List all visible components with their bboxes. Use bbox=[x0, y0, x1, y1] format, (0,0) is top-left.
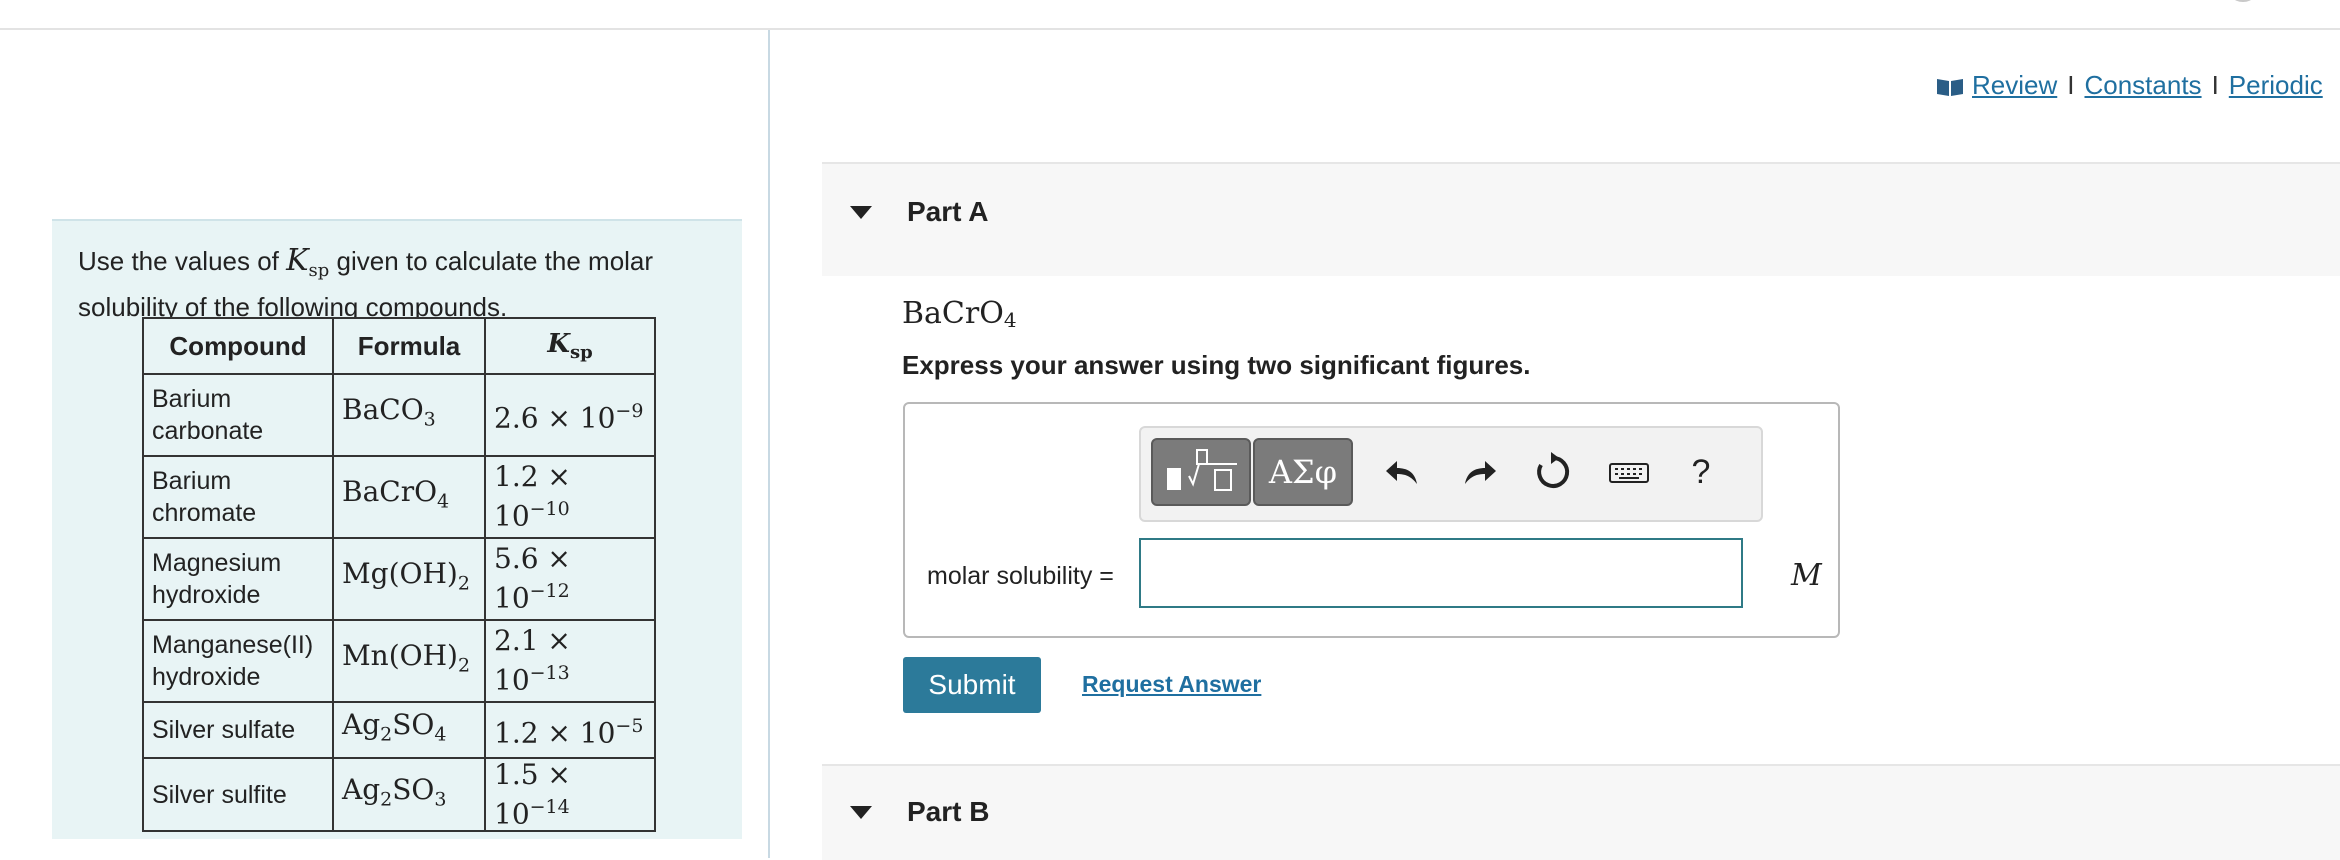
cell-ksp: 2.1 × 10−13 bbox=[484, 619, 656, 703]
submit-button[interactable]: Submit bbox=[903, 657, 1041, 713]
cell-formula: Ag2SO4 bbox=[332, 701, 486, 759]
periodic-link[interactable]: Periodic bbox=[2229, 70, 2323, 100]
problem-panel: Use the values of Ksp given to calculate… bbox=[52, 219, 742, 839]
cell-formula: Mg(OH)2 bbox=[332, 537, 486, 621]
keyboard-icon[interactable] bbox=[1607, 450, 1651, 494]
header-formula: Formula bbox=[332, 317, 486, 375]
intro-ksp-main: K bbox=[286, 243, 309, 278]
math-toolbar: ΑΣφ ? bbox=[1139, 426, 1763, 522]
cell-ksp: 2.6 × 10−9 bbox=[484, 373, 656, 457]
cell-formula: Mn(OH)2 bbox=[332, 619, 486, 703]
caret-down-icon[interactable] bbox=[850, 206, 872, 219]
table-header-row: Compound Formula Ksp bbox=[142, 317, 656, 375]
help-button[interactable]: ? bbox=[1679, 450, 1723, 494]
caret-down-icon[interactable] bbox=[850, 806, 872, 819]
link-separator: I bbox=[2067, 70, 2075, 100]
intro-ksp-sub: sp bbox=[308, 260, 330, 281]
problem-intro: Use the values of Ksp given to calculate… bbox=[78, 243, 718, 325]
header-ksp: Ksp bbox=[484, 317, 656, 375]
top-rule bbox=[0, 28, 2340, 30]
review-link[interactable]: Review bbox=[1972, 70, 2057, 100]
answer-unit: M bbox=[1791, 558, 1822, 593]
top-corner-arc bbox=[2226, 0, 2260, 2]
part-b-title: Part B bbox=[907, 796, 990, 827]
cell-compound: Silver sulfate bbox=[142, 701, 334, 759]
cell-ksp: 1.2 × 10−5 bbox=[484, 701, 656, 759]
cell-ksp: 5.6 × 10−12 bbox=[484, 537, 656, 621]
part-a-title: Part A bbox=[907, 196, 989, 227]
table-row: Barium chromate BaCrO4 1.2 × 10−10 bbox=[142, 455, 656, 539]
answer-label: molar solubility = bbox=[927, 562, 1114, 590]
intro-pre: Use the values of bbox=[78, 246, 279, 276]
intro-ksp: Ksp bbox=[286, 243, 330, 281]
table-row: Magnesium hydroxide Mg(OH)2 5.6 × 10−12 bbox=[142, 537, 656, 621]
greek-symbols-button[interactable]: ΑΣφ bbox=[1253, 438, 1353, 506]
panel-divider bbox=[768, 30, 770, 858]
cell-formula: Ag2SO3 bbox=[332, 756, 486, 833]
cell-formula: BaCO3 bbox=[332, 373, 486, 457]
constants-link[interactable]: Constants bbox=[2084, 70, 2201, 100]
answer-box: ΑΣφ ? molar solubility = M bbox=[903, 402, 1840, 638]
request-answer-link[interactable]: Request Answer bbox=[1082, 671, 1261, 698]
answer-instruction: Express your answer using two significan… bbox=[902, 350, 1531, 380]
templates-button[interactable] bbox=[1151, 438, 1251, 506]
cell-ksp: 1.2 × 10−10 bbox=[484, 455, 656, 539]
cell-formula: BaCrO4 bbox=[332, 455, 486, 539]
cell-compound: Manganese(II) hydroxide bbox=[142, 619, 334, 703]
table-row: Manganese(II) hydroxide Mn(OH)2 2.1 × 10… bbox=[142, 619, 656, 703]
question-formula: BaCrO4 bbox=[902, 296, 1017, 332]
header-compound: Compound bbox=[142, 317, 334, 375]
resource-links: Review I Constants I Periodic bbox=[1936, 70, 2323, 101]
table-row: Silver sulfate Ag2SO4 1.2 × 10−5 bbox=[142, 701, 656, 759]
cell-compound: Barium chromate bbox=[142, 455, 334, 539]
part-a-header[interactable]: Part A bbox=[822, 162, 2340, 276]
book-icon bbox=[1937, 79, 1963, 96]
cell-ksp: 1.5 × 10−14 bbox=[484, 756, 656, 833]
table-row: Barium carbonate BaCO3 2.6 × 10−9 bbox=[142, 373, 656, 457]
reset-icon[interactable] bbox=[1531, 450, 1575, 494]
cell-compound: Silver sulfite bbox=[142, 756, 334, 833]
undo-icon[interactable] bbox=[1381, 450, 1425, 494]
ksp-table: Compound Formula Ksp Barium carbonate Ba… bbox=[142, 317, 656, 833]
part-b-header[interactable]: Part B bbox=[822, 764, 2340, 860]
cell-compound: Barium carbonate bbox=[142, 373, 334, 457]
redo-icon[interactable] bbox=[1457, 450, 1501, 494]
templates-icon bbox=[1167, 449, 1237, 491]
table-row: Silver sulfite Ag2SO3 1.5 × 10−14 bbox=[142, 756, 656, 833]
cell-compound: Magnesium hydroxide bbox=[142, 537, 334, 621]
answer-input[interactable] bbox=[1139, 538, 1743, 608]
link-separator: I bbox=[2211, 70, 2219, 100]
